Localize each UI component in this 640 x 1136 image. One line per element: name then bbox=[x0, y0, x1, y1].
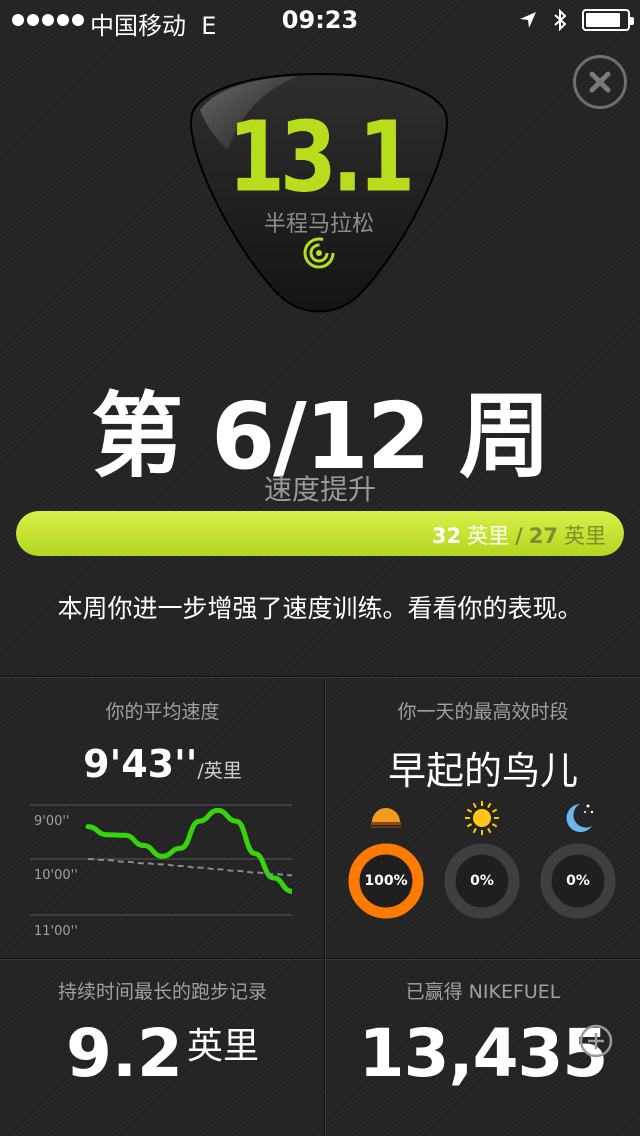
progress-separator: / bbox=[515, 524, 523, 548]
progress-current-unit: 英里 bbox=[467, 524, 510, 548]
chart-tick-label: 9'00'' bbox=[34, 814, 70, 829]
badge-label: 半程马拉松 bbox=[263, 212, 374, 237]
progress-current-value: 32 bbox=[431, 524, 462, 548]
badge-distance: 13.1 bbox=[227, 102, 415, 215]
battery-icon bbox=[582, 9, 634, 31]
divider bbox=[0, 676, 640, 678]
chart-tick-label: 10'00'' bbox=[34, 868, 78, 883]
pace-trend-chart: 9'00'' 10'00'' 11'00'' bbox=[30, 804, 292, 939]
progress-goal-unit: 英里 bbox=[564, 524, 606, 548]
weekly-summary-message: 本周你进一步增强了速度训练。看看你的表现。 bbox=[57, 594, 583, 623]
time-slot-ring: 0% bbox=[442, 841, 522, 921]
divider bbox=[0, 958, 640, 960]
close-icon bbox=[589, 71, 611, 93]
status-bar: 中国移动 E 09:23 bbox=[0, 0, 640, 40]
chart-tick-label: 11'00'' bbox=[34, 924, 78, 939]
longest-run-value: 9.2 英里 bbox=[66, 1015, 259, 1092]
best-time-label: 你一天的最高效时段 bbox=[397, 701, 569, 723]
time-slot-ring: 0% bbox=[538, 841, 618, 921]
best-time-value: 早起的鸟儿 bbox=[387, 749, 578, 793]
sun-icon bbox=[465, 801, 499, 835]
location-arrow-icon bbox=[520, 12, 536, 28]
close-button[interactable] bbox=[573, 55, 627, 109]
average-pace-value: 9'43''/英里 bbox=[83, 742, 242, 786]
sunrise-icon bbox=[371, 808, 401, 828]
pace-series-line bbox=[85, 807, 292, 894]
average-pace-unit: /英里 bbox=[197, 760, 242, 782]
add-icon[interactable] bbox=[578, 1023, 614, 1059]
nikefuel-label: 已赢得 NIKEFUEL bbox=[405, 981, 561, 1003]
week-subtitle: 速度提升 bbox=[263, 473, 376, 506]
bluetooth-icon bbox=[554, 8, 567, 32]
ring-percent: 100% bbox=[364, 873, 408, 889]
moon-icon bbox=[566, 804, 594, 832]
progress-goal-value: 27 bbox=[528, 524, 558, 548]
average-pace-label: 你的平均速度 bbox=[105, 701, 220, 723]
weekly-progress-bar: 32 英里 / 27 英里 bbox=[16, 511, 624, 556]
longest-run-label: 持续时间最长的跑步记录 bbox=[57, 981, 267, 1003]
time-slot-ring: 100% bbox=[346, 841, 426, 921]
longest-run-unit: 英里 bbox=[186, 1026, 259, 1067]
ring-percent: 0% bbox=[566, 873, 590, 889]
progress-text: 32 英里 / 27 英里 bbox=[432, 520, 606, 550]
ring-percent: 0% bbox=[470, 873, 494, 889]
